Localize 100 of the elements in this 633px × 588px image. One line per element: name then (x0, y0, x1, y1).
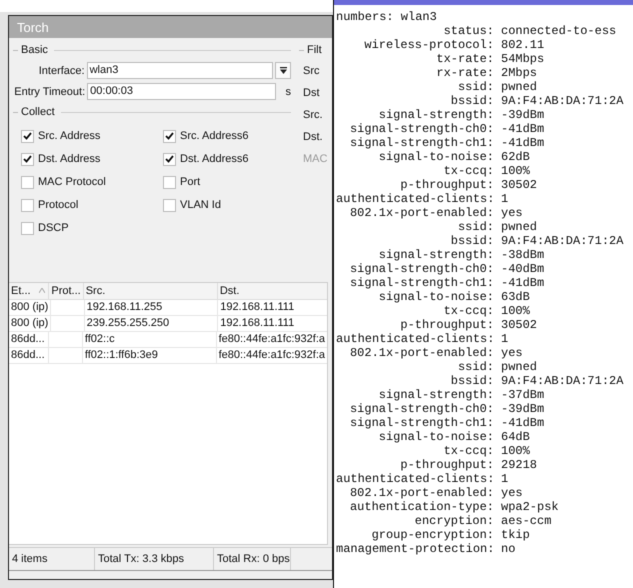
terminal-key: signal-strength-ch0: (336, 402, 494, 416)
table-cell: fe80::44fe:a1fc:932f:a (218, 333, 325, 345)
terminal-value: 2Mbps (501, 66, 538, 80)
terminal-value: 9A:F4:AB:DA:71:2A (501, 234, 624, 248)
terminal-key: 802.1x-port-enabled: (336, 346, 494, 360)
terminal-value: 30502 (501, 318, 538, 332)
terminal-value: yes (501, 486, 523, 500)
table-cell: 800 (ip) (11, 301, 48, 313)
checkbox-label: DSCP (38, 222, 69, 234)
checkbox[interactable] (21, 152, 34, 166)
terminal-key: p-throughput: (336, 318, 494, 332)
checkbox[interactable] (21, 176, 34, 188)
checkbox-label: Port (180, 176, 200, 188)
terminal-key: signal-strength-ch1: (336, 416, 494, 430)
terminal-key: ssid: (336, 220, 494, 234)
terminal-key: signal-to-noise: (336, 290, 494, 304)
column-header[interactable]: Prot... (49, 283, 84, 299)
checkbox-label: VLAN Id (180, 199, 221, 211)
terminal-value: tkip (501, 528, 530, 542)
interface-field[interactable]: wlan3 (86, 62, 274, 79)
terminal-key: authenticated-clients: (336, 472, 494, 486)
terminal-value: 100% (501, 444, 530, 458)
timeout-field[interactable]: 00:00:03 (87, 83, 276, 100)
terminal-value: 9A:F4:AB:DA:71:2A (501, 374, 624, 388)
terminal-key: wireless-protocol: (336, 38, 494, 52)
dropdown-arrow-icon (278, 66, 288, 75)
terminal-value: 1 (501, 472, 508, 486)
table-cell: 800 (ip) (11, 317, 48, 329)
terminal-key: signal-strength: (336, 108, 494, 122)
terminal-key: authenticated-clients: (336, 192, 494, 206)
terminal-key: tx-ccq: (336, 164, 494, 178)
filter-label: Src (302, 64, 320, 79)
terminal-value: 802.11 (501, 38, 544, 52)
checkbox-label: Dst. Address6 (180, 153, 248, 165)
column-header[interactable]: Et... (9, 283, 50, 299)
terminal-key: authenticated-clients: (336, 332, 494, 346)
terminal-value: 30502 (501, 178, 538, 192)
terminal-value: -41dBm (501, 136, 544, 150)
terminal-key: signal-strength-ch1: (336, 276, 494, 290)
column-header[interactable]: Dst. (218, 283, 327, 299)
column-header[interactable]: Src. (84, 283, 218, 299)
terminal-value: pwned (501, 220, 538, 234)
terminal-key: tx-rate: (336, 52, 494, 66)
terminal-value: connected-to-ess (501, 24, 616, 38)
terminal-key: rx-rate: (336, 66, 494, 80)
terminal-value: yes (501, 346, 523, 360)
table-cell: 192.168.11.255 (86, 301, 162, 313)
terminal-key: signal-strength-ch0: (336, 122, 494, 136)
table-cell: 86dd... (11, 349, 45, 361)
table-cell: ff02::1:ff6b:3e9 (84, 349, 158, 361)
checkbox[interactable] (163, 130, 176, 142)
terminal-value: 63dB (501, 290, 530, 304)
terminal-value: wpa2-psk (501, 500, 559, 514)
terminal-key: p-throughput: (336, 178, 494, 192)
dropdown-button[interactable] (275, 62, 291, 79)
terminal-key: signal-strength-ch1: (336, 136, 494, 150)
terminal-value: -39dBm (501, 108, 544, 122)
terminal-value: 100% (501, 304, 530, 318)
terminal-key: ssid: (336, 360, 494, 374)
terminal-value: 64dB (501, 430, 530, 444)
group-label: Collect (21, 106, 55, 118)
table-cell: 239.255.255.250 (86, 317, 170, 329)
checkbox[interactable] (21, 198, 34, 212)
field-label: Interface: (38, 64, 85, 76)
field-label: Entry Timeout: (13, 86, 86, 98)
terminal-key: authentication-type: (336, 500, 494, 514)
terminal-key: ssid: (336, 80, 494, 94)
checkbox-label: MAC Protocol (38, 176, 106, 188)
status-bar-field: Total Tx: 3.3 kbps (95, 548, 214, 570)
terminal-key: encryption: (336, 514, 494, 528)
checkbox[interactable] (21, 222, 34, 234)
terminal-value: -40dBm (501, 262, 544, 276)
terminal-key: group-encryption: (336, 528, 494, 542)
checkbox[interactable] (163, 152, 176, 166)
group-label: Filt (307, 44, 322, 56)
checkbox[interactable] (163, 176, 176, 188)
checkbox-label: Src. Address (38, 130, 100, 142)
terminal-value: 54Mbps (501, 52, 544, 66)
checkbox-label: Dst. Address (38, 153, 100, 165)
terminal-value: -39dBm (501, 402, 544, 416)
table-cell: 86dd... (11, 333, 45, 345)
terminal-value: -41dBm (501, 122, 544, 136)
terminal-value: -41dBm (501, 416, 544, 430)
terminal-key: signal-strength: (336, 388, 494, 402)
terminal-value: 1 (501, 192, 508, 206)
terminal-value: 29218 (501, 458, 538, 472)
checkbox[interactable] (21, 130, 34, 142)
window-title: Torch (9, 16, 332, 38)
terminal-value: no (501, 542, 516, 556)
filter-label: Dst. (302, 130, 324, 145)
checkbox-label: Protocol (38, 199, 78, 211)
filter-label: MAC (302, 152, 328, 167)
checkbox[interactable] (163, 198, 176, 212)
terminal-key: status: (336, 24, 494, 38)
terminal-key: tx-ccq: (336, 444, 494, 458)
terminal-value: 9A:F4:AB:DA:71:2A (501, 94, 624, 108)
status-bar-field: 4 items (9, 548, 95, 570)
terminal-key: tx-ccq: (336, 304, 494, 318)
unit-label: s (286, 86, 291, 98)
terminal-value: 62dB (501, 150, 530, 164)
